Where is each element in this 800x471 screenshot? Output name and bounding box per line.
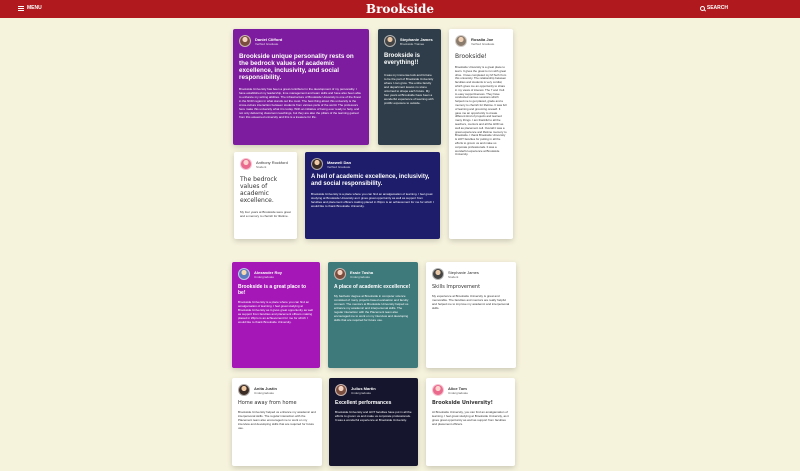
testimonial-card-anita: Anita Justin Undergraduate Home away fro…	[232, 378, 322, 466]
testimonial-card-rosalia: Rosalia Joe Verified Graduate Brookside!…	[449, 29, 513, 239]
testimonial-body: Brookside University and HOT faculties h…	[335, 410, 412, 422]
testimonial-body: At Brookside University, you can find an…	[432, 410, 509, 426]
author-role: Undergraduate	[350, 274, 371, 279]
author-role: Undergraduate	[448, 390, 469, 395]
author-role: Student	[448, 274, 459, 279]
author-role: Student	[256, 164, 267, 169]
avatar	[239, 35, 251, 47]
author-role: Brookside Trainee	[400, 41, 425, 46]
avatar	[455, 35, 467, 47]
testimonial-card-daniel: Daniel Clifford Verified Graduate Brooks…	[233, 29, 369, 145]
top-nav-bar: MENU Brookside SEARCH	[0, 0, 800, 18]
testimonial-body: My bachelor degree at Brookside in compu…	[334, 294, 409, 322]
testimonial-card-stephanie: Stephanie James Brookside Trainee Brooks…	[378, 29, 441, 145]
testimonial-title: Brookside University!	[432, 400, 493, 406]
avatar	[432, 384, 444, 396]
search-label: SEARCH	[706, 5, 728, 11]
avatar	[238, 384, 250, 396]
testimonial-card-alice: Alice Tom Undergraduate Brookside Univer…	[426, 378, 515, 466]
testimonial-title: Home away from home	[238, 400, 297, 406]
avatar	[432, 268, 444, 280]
avatar	[384, 35, 396, 47]
testimonial-title: The bedrock values of academic excellenc…	[240, 176, 278, 204]
testimonial-title: Brookside is a great place to be!	[238, 284, 307, 296]
site-brand[interactable]: Brookside	[0, 2, 800, 16]
testimonial-body: Brookside University is a place where yo…	[238, 300, 313, 324]
testimonial-card-maxwell: Maxwell Dan Verified Graduate A hell of …	[305, 152, 440, 239]
author-role: Verified Graduate	[327, 164, 351, 169]
testimonial-title: A hell of academic excellence, inclusivi…	[311, 174, 430, 187]
testimonial-card-anthony: Anthony Rockford Student The bedrock val…	[234, 152, 297, 239]
testimonial-body: My experience at Brookside University is…	[432, 294, 510, 310]
search-button[interactable]: SEARCH	[699, 5, 728, 11]
testimonial-title: Excellent performances	[335, 400, 392, 406]
avatar	[335, 384, 347, 396]
testimonial-body: My four years at Brookside were great an…	[240, 210, 291, 218]
avatar	[240, 158, 252, 170]
avatar	[334, 268, 346, 280]
testimonial-title: Brookside is everything!!	[384, 53, 421, 66]
testimonial-body: Brookside University is a great place to…	[455, 65, 507, 157]
testimonial-title: A place of academic excellence!	[334, 284, 411, 290]
author-role: Undergraduate	[254, 274, 275, 279]
testimonial-title: Brookside unique personality rests on th…	[239, 53, 354, 81]
testimonial-card-alexander: Alexander Roy Undergraduate Brookside is…	[232, 262, 320, 368]
testimonial-body: Brookside University has been a great co…	[239, 87, 361, 119]
author-role: Verified Graduate	[255, 41, 279, 46]
testimonial-title: Skills Improvement	[432, 284, 481, 290]
avatar	[238, 268, 250, 280]
author-role: Undergraduate	[254, 390, 275, 395]
search-icon	[699, 5, 705, 11]
testimonial-card-julius: Julius Martin Undergraduate Excellent pe…	[329, 378, 418, 466]
testimonial-card-stephanie-2: Stephanie James Student Skills Improveme…	[426, 262, 516, 368]
author-role: Verified Graduate	[471, 41, 495, 46]
testimonial-title: Brookside!	[455, 53, 487, 60]
testimonial-body: It was my immense luck and fortune to be…	[384, 73, 434, 105]
testimonial-card-essie: Essie Tosha Undergraduate A place of aca…	[328, 262, 418, 368]
testimonial-body: Brookside University is a place where yo…	[311, 192, 434, 208]
avatar	[311, 158, 323, 170]
testimonial-body: Brookside University helped us enhance m…	[238, 410, 316, 430]
author-role: Undergraduate	[351, 390, 372, 395]
